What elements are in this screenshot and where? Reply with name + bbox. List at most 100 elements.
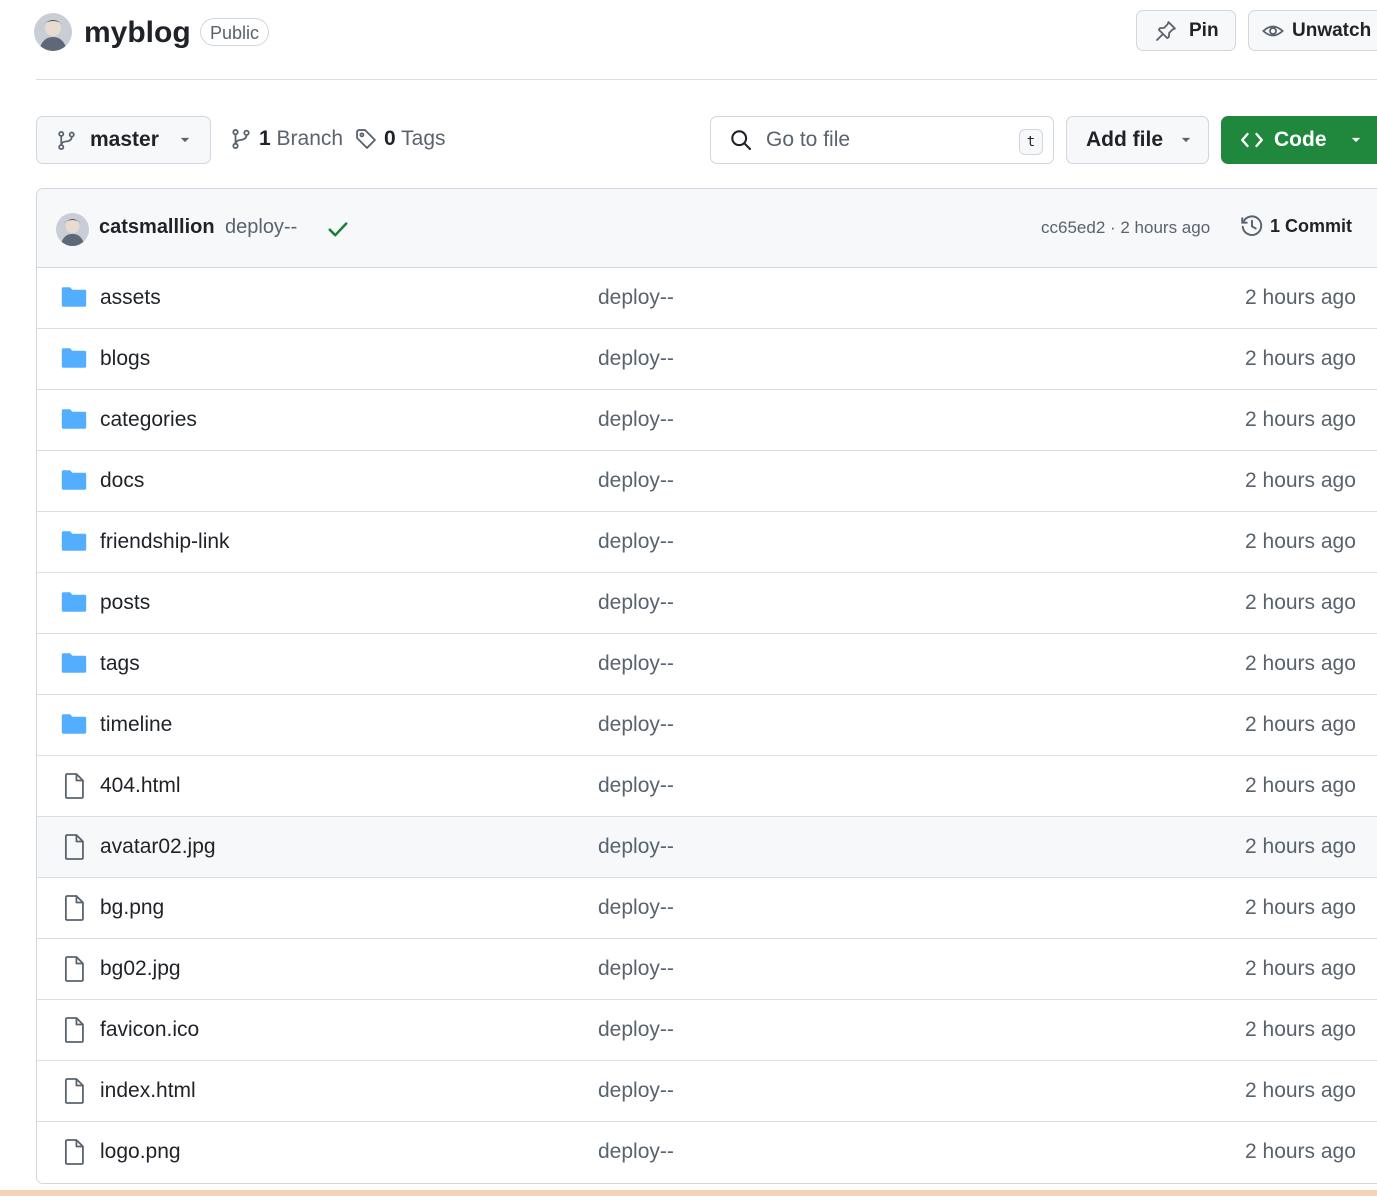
file-icon	[63, 1139, 85, 1165]
git-branch-icon	[230, 128, 252, 150]
file-name-link[interactable]: blogs	[100, 347, 150, 371]
file-table: catsmalllion deploy-- cc65ed2 · 2 hours …	[36, 188, 1377, 1184]
file-commit-time: 2 hours ago	[1245, 530, 1356, 553]
file-row[interactable]: index.html deploy-- 2 hours ago	[37, 1061, 1377, 1122]
folder-icon	[61, 408, 87, 430]
file-commit-message[interactable]: deploy--	[598, 591, 674, 615]
file-icon	[63, 1078, 85, 1104]
file-row[interactable]: 404.html deploy-- 2 hours ago	[37, 756, 1377, 817]
go-to-file-input[interactable]: Go to file t	[710, 116, 1054, 164]
pin-button[interactable]: Pin	[1136, 10, 1236, 51]
check-icon[interactable]	[327, 219, 349, 239]
file-row[interactable]: bg.png deploy-- 2 hours ago	[37, 878, 1377, 939]
file-name-link[interactable]: timeline	[100, 713, 172, 737]
code-icon	[1240, 129, 1264, 151]
file-icon	[63, 773, 85, 799]
repo-owner-avatar[interactable]	[34, 13, 72, 51]
file-commit-message[interactable]: deploy--	[598, 652, 674, 676]
chevron-down-icon	[178, 133, 192, 147]
author-avatar[interactable]	[56, 213, 89, 246]
file-commit-time: 2 hours ago	[1245, 408, 1356, 431]
file-commit-message[interactable]: deploy--	[598, 347, 674, 371]
file-commit-time: 2 hours ago	[1245, 896, 1356, 919]
file-commit-time: 2 hours ago	[1245, 591, 1356, 614]
file-name-link[interactable]: favicon.ico	[100, 1018, 199, 1042]
search-icon	[729, 128, 753, 152]
commit-message[interactable]: deploy--	[225, 216, 297, 239]
file-commit-message[interactable]: deploy--	[598, 469, 674, 493]
branch-count: 1	[259, 127, 271, 150]
file-name-link[interactable]: friendship-link	[100, 530, 230, 554]
file-row[interactable]: categories deploy-- 2 hours ago	[37, 390, 1377, 451]
tag-count-label: Tags	[401, 127, 446, 150]
file-row[interactable]: bg02.jpg deploy-- 2 hours ago	[37, 939, 1377, 1000]
keyboard-shortcut-hint: t	[1019, 129, 1043, 155]
file-name-link[interactable]: categories	[100, 408, 197, 432]
file-row[interactable]: tags deploy-- 2 hours ago	[37, 634, 1377, 695]
file-icon	[63, 895, 85, 921]
repo-name[interactable]: myblog	[84, 14, 191, 52]
file-row[interactable]: timeline deploy-- 2 hours ago	[37, 695, 1377, 756]
file-commit-time: 2 hours ago	[1245, 1140, 1356, 1163]
bottom-border	[0, 1190, 1377, 1196]
file-row[interactable]: favicon.ico deploy-- 2 hours ago	[37, 1000, 1377, 1061]
file-name-link[interactable]: index.html	[100, 1079, 196, 1103]
chevron-down-icon	[1179, 133, 1193, 147]
file-icon	[63, 1017, 85, 1043]
branches-link[interactable]: 1 Branch	[230, 127, 343, 151]
pin-icon	[1155, 20, 1177, 42]
file-row[interactable]: docs deploy-- 2 hours ago	[37, 451, 1377, 512]
file-name-link[interactable]: avatar02.jpg	[100, 835, 216, 859]
file-row[interactable]: blogs deploy-- 2 hours ago	[37, 329, 1377, 390]
folder-icon	[61, 286, 87, 308]
unwatch-button[interactable]: Unwatch	[1248, 10, 1377, 51]
file-commit-message[interactable]: deploy--	[598, 713, 674, 737]
commit-count: 1 Commit	[1270, 215, 1353, 236]
commit-author[interactable]: catsmalllion	[99, 216, 215, 239]
file-commit-message[interactable]: deploy--	[598, 286, 674, 310]
file-row[interactable]: posts deploy-- 2 hours ago	[37, 573, 1377, 634]
file-commit-time: 2 hours ago	[1245, 652, 1356, 675]
add-file-label: Add file	[1086, 128, 1163, 151]
file-commit-time: 2 hours ago	[1245, 774, 1356, 797]
file-commit-message[interactable]: deploy--	[598, 1018, 674, 1042]
tags-link[interactable]: 0 Tags	[355, 127, 446, 151]
file-name-link[interactable]: 404.html	[100, 774, 181, 798]
file-commit-message[interactable]: deploy--	[598, 1140, 674, 1164]
file-commit-time: 2 hours ago	[1245, 286, 1356, 309]
file-row[interactable]: logo.png deploy-- 2 hours ago	[37, 1122, 1377, 1183]
file-commit-message[interactable]: deploy--	[598, 835, 674, 859]
file-name-link[interactable]: bg02.jpg	[100, 957, 181, 981]
file-row[interactable]: assets deploy-- 2 hours ago	[37, 268, 1377, 329]
file-commit-time: 2 hours ago	[1245, 1018, 1356, 1041]
add-file-button[interactable]: Add file	[1066, 116, 1209, 164]
file-name-link[interactable]: logo.png	[100, 1140, 181, 1164]
file-commit-time: 2 hours ago	[1245, 469, 1356, 492]
code-button[interactable]: Code	[1221, 116, 1377, 164]
file-name-link[interactable]: tags	[100, 652, 140, 676]
file-commit-time: 2 hours ago	[1245, 1079, 1356, 1102]
file-commit-message[interactable]: deploy--	[598, 1079, 674, 1103]
file-commit-message[interactable]: deploy--	[598, 774, 674, 798]
file-name-link[interactable]: bg.png	[100, 896, 164, 920]
file-commit-message[interactable]: deploy--	[598, 530, 674, 554]
file-row[interactable]: friendship-link deploy-- 2 hours ago	[37, 512, 1377, 573]
eye-icon	[1262, 20, 1284, 42]
file-commit-message[interactable]: deploy--	[598, 896, 674, 920]
visibility-badge: Public	[200, 18, 270, 46]
tag-count: 0	[384, 127, 396, 150]
history-icon	[1240, 214, 1264, 238]
file-name-link[interactable]: assets	[100, 286, 161, 310]
commit-hash-time[interactable]: cc65ed2 · 2 hours ago	[1041, 218, 1210, 238]
file-commit-message[interactable]: deploy--	[598, 957, 674, 981]
search-placeholder: Go to file	[766, 128, 851, 151]
branch-count-label: Branch	[276, 127, 344, 150]
folder-icon	[61, 530, 87, 552]
file-commit-message[interactable]: deploy--	[598, 408, 674, 432]
file-name-link[interactable]: docs	[100, 469, 144, 493]
branch-selector[interactable]: master	[36, 116, 211, 164]
file-row[interactable]: avatar02.jpg deploy-- 2 hours ago	[37, 817, 1377, 878]
file-commit-time: 2 hours ago	[1245, 347, 1356, 370]
commit-history-link[interactable]: 1 Commit	[1240, 214, 1352, 238]
file-name-link[interactable]: posts	[100, 591, 150, 615]
